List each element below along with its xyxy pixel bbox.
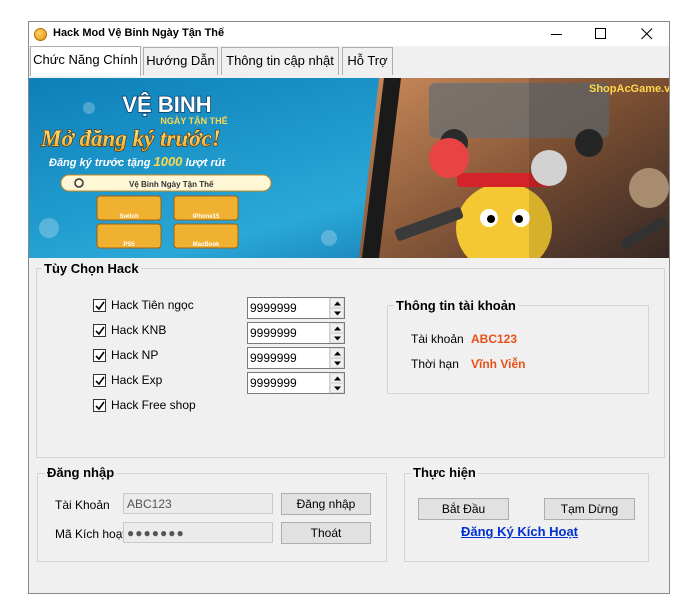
duration-value: Vĩnh Viễn bbox=[471, 357, 526, 371]
stepper-up-button[interactable] bbox=[330, 323, 344, 333]
coin-icon bbox=[34, 28, 47, 41]
window-title: Hack Mod Vệ Binh Ngày Tận Thế bbox=[53, 27, 225, 39]
login-account-label: Tài Khoản bbox=[55, 498, 110, 512]
promo-banner: ShopAcGame.vn VỆ BINH NGÀY TẬN THẾ Mở đă… bbox=[29, 78, 669, 258]
stepper-buttons bbox=[329, 348, 344, 368]
checkmark-icon bbox=[95, 351, 105, 361]
exit-button[interactable]: Thoát bbox=[281, 522, 371, 544]
checkbox[interactable] bbox=[93, 374, 106, 387]
activation-code-label: Mã Kích hoạt bbox=[55, 527, 126, 541]
account-label: Tài khoản bbox=[411, 332, 464, 346]
account-value: ABC123 bbox=[471, 332, 518, 346]
stepper-buttons bbox=[329, 323, 344, 343]
checkmark-icon bbox=[95, 326, 105, 336]
stepper-value[interactable]: 9999999 bbox=[250, 301, 297, 315]
stepper-down-button[interactable] bbox=[330, 383, 344, 393]
tab-main-functions[interactable]: Chức Năng Chính bbox=[30, 46, 141, 76]
banner-headline: Mở đăng ký trước! bbox=[40, 126, 221, 151]
checkmark-icon bbox=[95, 401, 105, 411]
activation-code-field[interactable]: ●●●●●●● bbox=[123, 522, 273, 543]
start-button[interactable]: Bắt Đầu bbox=[418, 498, 509, 520]
banner-search-text: Vệ Binh Ngày Tận Thế bbox=[129, 180, 214, 189]
stepper-up-button[interactable] bbox=[330, 298, 344, 308]
checkmark-icon bbox=[95, 301, 105, 311]
stepper-buttons bbox=[329, 298, 344, 318]
stepper-value[interactable]: 9999999 bbox=[250, 376, 297, 390]
account-info-group bbox=[387, 305, 649, 394]
close-button[interactable] bbox=[625, 22, 669, 46]
minimize-button[interactable] bbox=[535, 22, 579, 46]
maximize-button[interactable] bbox=[579, 22, 623, 46]
banner-subline: Đăng ký trước tặng 1000 lượt rút bbox=[49, 154, 226, 169]
hack-option-label: Hack Exp bbox=[111, 373, 163, 387]
stepper-up-button[interactable] bbox=[330, 373, 344, 383]
login-button[interactable]: Đăng nhập bbox=[281, 493, 371, 515]
stepper-value[interactable]: 9999999 bbox=[250, 326, 297, 340]
prize-label: PS5 bbox=[123, 242, 135, 248]
close-icon bbox=[641, 28, 653, 40]
hack-option-label: Hack KNB bbox=[111, 323, 167, 337]
prize-label: MacBook bbox=[193, 242, 220, 248]
hack-options-title: Tùy Chọn Hack bbox=[42, 261, 141, 276]
stepper-value[interactable]: 9999999 bbox=[250, 351, 297, 365]
execute-title: Thực hiện bbox=[411, 465, 478, 480]
chevron-down-icon bbox=[334, 386, 341, 391]
checkmark-icon bbox=[95, 376, 105, 386]
tab-support[interactable]: Hỗ Trợ bbox=[342, 47, 393, 75]
stepper-down-button[interactable] bbox=[330, 333, 344, 343]
banner-watermark: ShopAcGame.vn bbox=[589, 83, 669, 95]
stepper-down-button[interactable] bbox=[330, 358, 344, 368]
checkbox[interactable] bbox=[93, 349, 106, 362]
value-stepper[interactable]: 9999999 bbox=[247, 347, 345, 369]
value-stepper[interactable]: 9999999 bbox=[247, 297, 345, 319]
hack-option-label: Hack Tiên ngọc bbox=[111, 298, 194, 312]
prize-label: iPhone15 bbox=[193, 214, 220, 220]
login-account-field[interactable]: ABC123 bbox=[123, 493, 273, 514]
stepper-buttons bbox=[329, 373, 344, 393]
login-group bbox=[37, 473, 387, 562]
chevron-down-icon bbox=[334, 361, 341, 366]
maximize-icon bbox=[595, 28, 606, 39]
hack-option-label: Hack Free shop bbox=[111, 398, 196, 412]
prize-label: Switch bbox=[119, 214, 139, 220]
checkbox[interactable] bbox=[93, 299, 106, 312]
checkbox[interactable] bbox=[93, 399, 106, 412]
banner-logo-subtitle: NGÀY TẬN THẾ bbox=[160, 115, 227, 126]
chevron-up-icon bbox=[334, 376, 341, 381]
stepper-down-button[interactable] bbox=[330, 308, 344, 318]
minimize-icon bbox=[551, 34, 562, 35]
checkbox[interactable] bbox=[93, 324, 106, 337]
register-activation-link[interactable]: Đăng Ký Kích Hoạt bbox=[461, 524, 578, 539]
value-stepper[interactable]: 9999999 bbox=[247, 322, 345, 344]
chevron-up-icon bbox=[334, 326, 341, 331]
chevron-down-icon bbox=[334, 311, 341, 316]
app-window: Hack Mod Vệ Binh Ngày Tận Thế Chức Năng … bbox=[28, 21, 670, 594]
login-title: Đăng nhập bbox=[45, 465, 117, 480]
stepper-up-button[interactable] bbox=[330, 348, 344, 358]
pause-button[interactable]: Tạm Dừng bbox=[544, 498, 635, 520]
chevron-up-icon bbox=[334, 351, 341, 356]
chevron-up-icon bbox=[334, 301, 341, 306]
title-bar: Hack Mod Vệ Binh Ngày Tận Thế bbox=[29, 22, 669, 46]
value-stepper[interactable]: 9999999 bbox=[247, 372, 345, 394]
tab-update-info[interactable]: Thông tin cập nhật bbox=[221, 47, 339, 75]
tab-strip: Chức Năng Chính Hướng Dẫn Thông tin cập … bbox=[29, 46, 669, 76]
hack-option-label: Hack NP bbox=[111, 348, 159, 362]
chevron-down-icon bbox=[334, 336, 341, 341]
duration-label: Thời hạn bbox=[411, 357, 459, 371]
banner-logo-title: VỆ BINH bbox=[122, 92, 211, 117]
account-info-title: Thông tin tài khoản bbox=[394, 298, 518, 313]
tab-guide[interactable]: Hướng Dẫn bbox=[143, 47, 218, 75]
